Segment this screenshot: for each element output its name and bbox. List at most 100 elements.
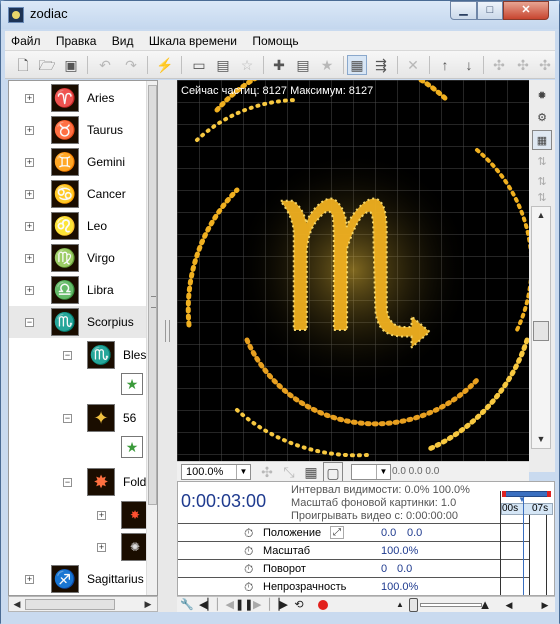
- wrench-icon[interactable]: 🔧: [179, 598, 195, 612]
- playhead-handle-icon[interactable]: ▼: [518, 495, 526, 504]
- undo-icon[interactable]: ↶: [95, 55, 115, 75]
- menu-file[interactable]: Файл: [5, 31, 47, 48]
- menu-help[interactable]: Помощь: [246, 31, 304, 48]
- minimize-button[interactable]: ▁: [450, 1, 477, 20]
- expand-icon[interactable]: +: [97, 543, 106, 552]
- tree-particle-item[interactable]: ★: [9, 371, 146, 403]
- stopwatch-icon[interactable]: ⏱: [244, 526, 253, 541]
- expand-icon[interactable]: +: [25, 254, 34, 263]
- layout-icon[interactable]: ▦: [301, 462, 321, 482]
- scroll-left-icon[interactable]: ◀: [10, 598, 24, 611]
- folder-icon[interactable]: ▭: [189, 55, 209, 75]
- open-folder-icon[interactable]: 🗁: [37, 55, 57, 75]
- time-range-bar[interactable]: [503, 491, 549, 497]
- preview-canvas[interactable]: ♏ Сейчас частиц: 8127 Максимум: 8127: [177, 80, 529, 461]
- axis-z-icon[interactable]: ⇅: [532, 188, 552, 208]
- tree-item-leo[interactable]: + ♌ Leo: [9, 210, 146, 242]
- expand-icon[interactable]: +: [25, 94, 34, 103]
- scrollbar-thumb[interactable]: [148, 85, 157, 505]
- path-icon[interactable]: ⤢: [330, 526, 344, 539]
- scale-value[interactable]: 100.0%: [381, 545, 418, 557]
- redo-icon[interactable]: ↷: [121, 55, 141, 75]
- grid-icon[interactable]: ▦: [532, 130, 552, 150]
- tree-item-aries[interactable]: + ♈ Aries: [9, 82, 146, 114]
- node-icon-3[interactable]: ✣: [535, 55, 555, 75]
- collapse-icon[interactable]: −: [63, 351, 72, 360]
- zoom-vertical-scrollbar[interactable]: ▲ ▼: [531, 206, 551, 449]
- tree-horizontal-scrollbar[interactable]: ◀ ▶: [8, 596, 158, 612]
- expand-icon[interactable]: +: [97, 511, 106, 520]
- menu-timeline[interactable]: Шкала времени: [143, 31, 243, 48]
- stopwatch-icon[interactable]: ⏱: [244, 544, 253, 559]
- layer-select[interactable]: ▼: [351, 464, 391, 480]
- gear-icon[interactable]: ⚙: [532, 108, 552, 128]
- tree-item-scorpius[interactable]: − ♏ Scorpius: [9, 306, 146, 338]
- step-back-icon[interactable]: ◀▏: [199, 598, 216, 612]
- transform-icon[interactable]: ✣: [257, 462, 277, 482]
- collapse-icon[interactable]: −: [63, 414, 72, 423]
- position-x[interactable]: 0.0: [381, 527, 396, 539]
- tree-item-taurus[interactable]: + ♉ Taurus: [9, 114, 146, 146]
- expand-icon[interactable]: +: [25, 190, 34, 199]
- go-end-icon[interactable]: ▶▕: [253, 598, 270, 612]
- tree-item-virgo[interactable]: + ♍ Virgo: [9, 242, 146, 274]
- add-emitter-icon[interactable]: ✚: [269, 55, 289, 75]
- tree-item-sagittarius[interactable]: + ♐ Sagittarius: [9, 563, 146, 595]
- stopwatch-icon[interactable]: ⏱: [244, 580, 253, 595]
- tree-item-cancer[interactable]: + ♋ Cancer: [9, 178, 146, 210]
- tree-item-libra[interactable]: + ♎ Libra: [9, 274, 146, 306]
- menu-edit[interactable]: Правка: [50, 31, 103, 48]
- property-row-position[interactable]: ⏱ Положение ⤢ 0.0 0.0: [178, 523, 530, 541]
- record-icon[interactable]: [318, 600, 328, 610]
- new-file-icon[interactable]: 🗋: [13, 55, 33, 75]
- collapse-icon[interactable]: −: [63, 478, 72, 487]
- timeline-track[interactable]: 00s 07s ▼: [500, 491, 553, 595]
- expand-icon[interactable]: +: [25, 126, 34, 135]
- pause-icon[interactable]: ❚❚: [235, 598, 253, 612]
- star-dim-icon[interactable]: ★: [317, 55, 337, 75]
- slider-thumb[interactable]: [409, 598, 418, 612]
- light-icon[interactable]: ✹: [532, 86, 552, 106]
- speed-slider[interactable]: [420, 603, 482, 607]
- property-row-scale[interactable]: ⏱ Масштаб 100.0%: [178, 541, 530, 559]
- collapse-icon[interactable]: −: [25, 318, 34, 327]
- tree-item-gemini[interactable]: + ♊ Gemini: [9, 146, 146, 178]
- tree-child-bles[interactable]: − ♏ Bles: [9, 339, 146, 371]
- frame-icon[interactable]: ▢: [323, 462, 343, 482]
- expand-icon[interactable]: +: [25, 575, 34, 584]
- tree-vertical-scrollbar[interactable]: [146, 81, 157, 595]
- step-forward-icon[interactable]: ▕▶: [271, 598, 288, 612]
- star-icon[interactable]: ☆: [237, 55, 257, 75]
- scroll-right-icon[interactable]: ▶: [537, 598, 553, 612]
- view-mode-2-icon[interactable]: ⇶: [371, 55, 391, 75]
- tree-grandchild-item[interactable]: + ✸: [9, 499, 149, 531]
- scroll-left-icon[interactable]: ◀: [501, 598, 517, 612]
- tree-child-56[interactable]: − ✦ 56: [9, 402, 146, 434]
- node-icon-1[interactable]: ✣: [489, 55, 509, 75]
- move-up-icon[interactable]: ↑: [435, 55, 455, 75]
- scroll-up-icon[interactable]: ▲: [534, 209, 548, 222]
- opacity-value[interactable]: 100.0%: [381, 581, 418, 593]
- position-y[interactable]: 0.0: [407, 527, 422, 539]
- menu-view[interactable]: Вид: [106, 31, 140, 48]
- tree-particle-item[interactable]: ★: [9, 434, 146, 466]
- scrollbar-thumb[interactable]: [533, 321, 549, 341]
- tree-child-fold[interactable]: − ✸ Fold: [9, 466, 146, 498]
- playhead[interactable]: [523, 497, 524, 595]
- rotation-value-1[interactable]: 0: [381, 563, 387, 575]
- stopwatch-icon[interactable]: ⏱: [244, 562, 253, 577]
- view-mode-1-icon[interactable]: ▦: [347, 55, 367, 75]
- property-row-rotation[interactable]: ⏱ Поворот 0 0.0: [178, 559, 530, 577]
- tree-grandchild-item[interactable]: + ✺: [9, 531, 149, 563]
- scrollbar-thumb[interactable]: [25, 599, 115, 610]
- loop-icon[interactable]: ⟲: [291, 598, 307, 612]
- link-icon[interactable]: ⤡: [279, 462, 299, 482]
- scroll-right-icon[interactable]: ▶: [141, 598, 155, 611]
- zoom-select[interactable]: 100.0% ▼: [181, 464, 251, 480]
- go-start-icon[interactable]: ▏◀: [217, 598, 234, 612]
- axis-x-icon[interactable]: ⇅: [532, 152, 552, 172]
- move-down-icon[interactable]: ↓: [459, 55, 479, 75]
- maximize-button[interactable]: □: [477, 1, 503, 20]
- expand-icon[interactable]: +: [25, 158, 34, 167]
- property-row-opacity[interactable]: ⏱ Непрозрачность 100.0%: [178, 577, 530, 595]
